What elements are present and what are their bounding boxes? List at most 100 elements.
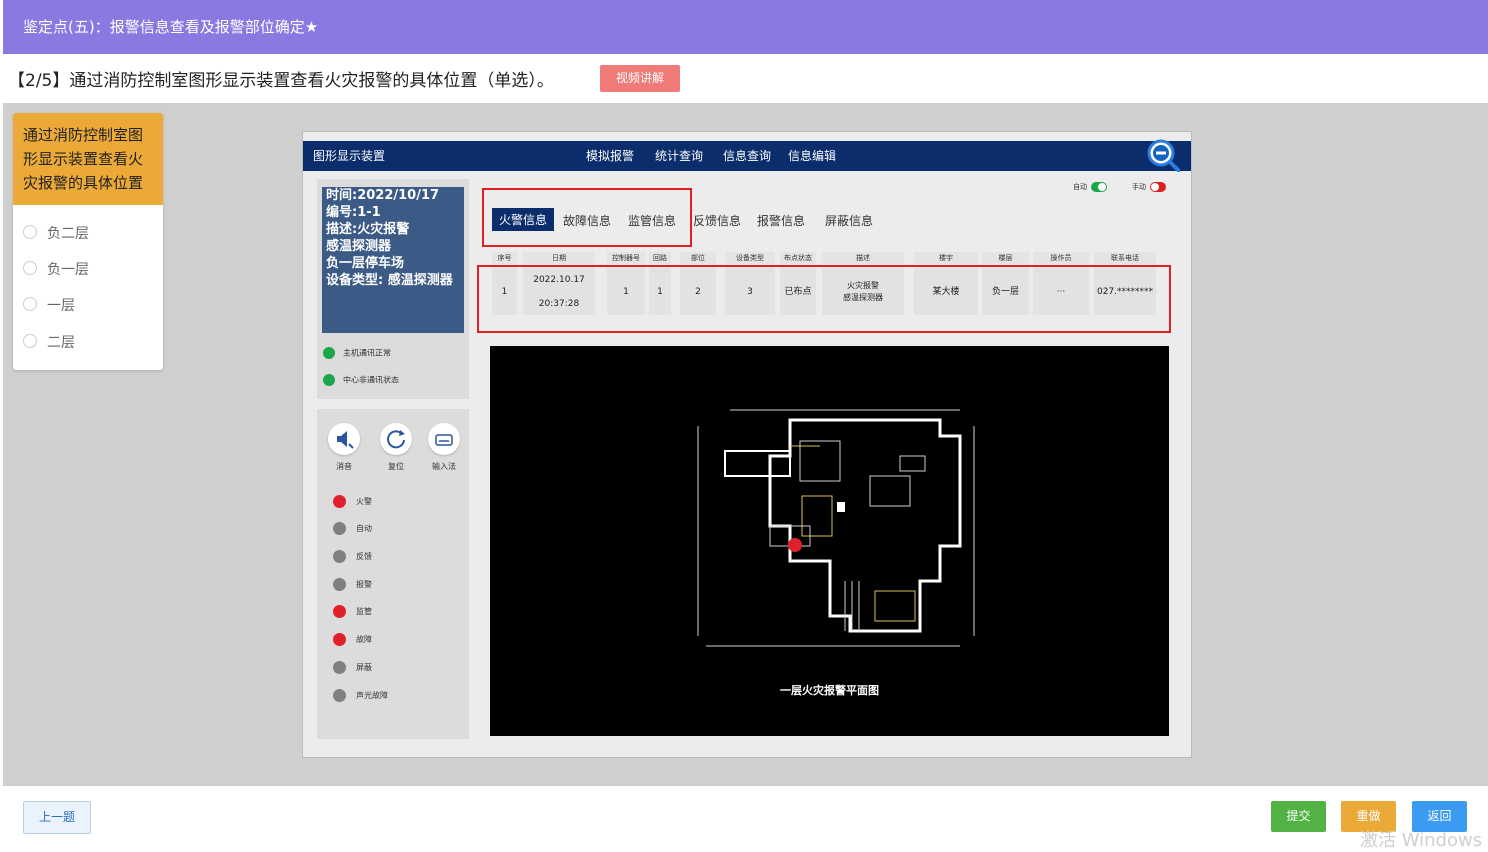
- sim-title: 图形显示装置: [313, 149, 386, 163]
- led-label: 监管: [356, 607, 372, 616]
- question-text: 【2/5】通过消防控制室图形显示装置查看火灾报警的具体位置（单选）。: [8, 71, 554, 91]
- col-header: 楼层: [982, 252, 1029, 264]
- led-sound-light-fault: 声光故障: [333, 689, 388, 702]
- led-supervise: 监管: [333, 605, 372, 618]
- option-label: 一层: [47, 298, 75, 314]
- zoom-out-icon[interactable]: [1146, 138, 1180, 172]
- header-bar: 鉴定点(五)：报警信息查看及报警部位确定★: [3, 0, 1488, 54]
- menu-info-query[interactable]: 信息查询: [723, 147, 771, 164]
- led-icon: [333, 495, 346, 508]
- col-header: 楼宇: [914, 252, 978, 264]
- status-dot-icon: [323, 347, 335, 359]
- info-line: 感温探测器: [326, 239, 392, 254]
- answer-card: 通过消防控制室图形显示装置查看火灾报警的具体位置 负二层 负一层 一层 二层: [13, 113, 163, 370]
- tab-shield-info[interactable]: 屏蔽信息: [825, 212, 873, 229]
- toggle-switch-icon[interactable]: [1091, 182, 1107, 192]
- mute-label: 消音: [336, 462, 352, 471]
- video-explain-button[interactable]: 视频讲解: [600, 65, 680, 92]
- manual-toggle[interactable]: 手动: [1132, 182, 1166, 192]
- col-header: 回路: [649, 252, 671, 264]
- option-label: 负二层: [47, 226, 89, 242]
- led-alarm: 报警: [333, 578, 372, 591]
- status-label: 中心非通讯状态: [343, 375, 399, 385]
- info-line: 描述:火灾报警: [326, 222, 410, 237]
- page-title: 鉴定点(五)：报警信息查看及报警部位确定★: [23, 18, 319, 36]
- mute-button[interactable]: [328, 423, 360, 455]
- highlight-box-tabs: [482, 188, 692, 247]
- option-label: 二层: [47, 335, 75, 351]
- led-fire: 火警: [333, 495, 372, 508]
- bottom-bar: 上一题 提交 重做 返回: [3, 785, 1488, 843]
- col-header: 操作员: [1033, 252, 1089, 264]
- radio-icon[interactable]: [23, 261, 37, 275]
- led-label: 声光故障: [356, 691, 388, 700]
- col-header: 序号: [492, 252, 517, 264]
- info-line: 负一层停车场: [326, 256, 405, 271]
- toggle-switch-icon[interactable]: [1150, 182, 1166, 192]
- led-icon: [333, 522, 346, 535]
- led-icon: [333, 605, 346, 618]
- floor-plan-caption: 一层火灾报警平面图: [780, 684, 879, 697]
- highlight-box-row: [477, 265, 1171, 333]
- menu-info-edit[interactable]: 信息编辑: [788, 147, 836, 164]
- reset-button[interactable]: [380, 423, 412, 455]
- led-label: 反馈: [356, 552, 372, 561]
- manual-toggle-label: 手动: [1132, 183, 1146, 191]
- col-header: 联系电话: [1094, 252, 1156, 264]
- led-icon: [333, 633, 346, 646]
- info-line: 时间:2022/10/17: [326, 188, 440, 203]
- status-label: 主机通讯正常: [343, 348, 391, 358]
- led-shield: 屏蔽: [333, 661, 372, 674]
- col-header: 描述: [822, 252, 904, 264]
- reset-label: 复位: [388, 462, 404, 471]
- led-label: 自动: [356, 524, 372, 533]
- answer-card-header: 通过消防控制室图形显示装置查看火灾报警的具体位置: [13, 113, 163, 205]
- led-auto: 自动: [333, 522, 372, 535]
- col-header: 日期: [523, 252, 595, 264]
- menu-simulate-alarm[interactable]: 模拟报警: [586, 147, 634, 164]
- auto-toggle-label: 自动: [1073, 183, 1087, 191]
- status-host-comm: 主机通讯正常: [323, 347, 391, 359]
- led-icon: [333, 661, 346, 674]
- tab-feedback-info[interactable]: 反馈信息: [693, 212, 741, 229]
- option-label: 负一层: [47, 262, 89, 278]
- col-header: 布点状态: [780, 252, 816, 264]
- answer-card-prompt: 通过消防控制室图形显示装置查看火灾报警的具体位置: [23, 126, 144, 192]
- menu-statistics[interactable]: 统计查询: [655, 147, 703, 164]
- input-method-button[interactable]: [428, 423, 460, 455]
- radio-icon[interactable]: [23, 225, 37, 239]
- led-icon: [333, 578, 346, 591]
- prev-question-button[interactable]: 上一题: [23, 801, 91, 834]
- control-panel: 消音 复位 输入法 火警 自动 反馈 报警 监管 故障 屏蔽 声光故障: [317, 409, 469, 739]
- led-icon: [333, 689, 346, 702]
- col-header: 设备类型: [725, 252, 775, 264]
- floor-plan-drawing: [697, 409, 975, 647]
- led-label: 屏蔽: [356, 663, 372, 672]
- led-label: 报警: [356, 580, 372, 589]
- info-line: 编号:1-1: [326, 205, 381, 220]
- alarm-location-marker: [788, 538, 802, 552]
- question-row: 【2/5】通过消防控制室图形显示装置查看火灾报警的具体位置（单选）。 视频讲解: [3, 54, 1488, 103]
- auto-toggle[interactable]: 自动: [1073, 182, 1107, 192]
- alarm-info-box: 时间:2022/10/17 编号:1-1 描述:火灾报警 感温探测器 负一层停车…: [322, 187, 464, 333]
- refresh-icon: [387, 430, 405, 449]
- tab-alarm-info[interactable]: 报警信息: [757, 212, 805, 229]
- submit-button[interactable]: 提交: [1271, 801, 1326, 832]
- input-method-label: 输入法: [432, 462, 456, 471]
- floor-plan-view: 一层火灾报警平面图: [490, 346, 1169, 736]
- radio-icon[interactable]: [23, 334, 37, 348]
- led-label: 火警: [356, 497, 372, 506]
- status-dot-icon: [323, 374, 335, 386]
- windows-activation-watermark: 激活 Windows: [1360, 830, 1483, 851]
- graphic-display-panel: 图形显示装置 模拟报警 统计查询 信息查询 信息编辑 时间:2022/10/17…: [302, 131, 1192, 758]
- speaker-mute-icon: [337, 431, 354, 449]
- sim-nav-bar: 图形显示装置 模拟报警 统计查询 信息查询 信息编辑: [303, 141, 1191, 171]
- led-label: 故障: [356, 635, 372, 644]
- info-line: 设备类型: 感温探测器: [326, 273, 453, 288]
- radio-icon[interactable]: [23, 297, 37, 311]
- col-header: 控制器号: [607, 252, 645, 264]
- led-feedback: 反馈: [333, 550, 372, 563]
- alarm-detail-panel: 时间:2022/10/17 编号:1-1 描述:火灾报警 感温探测器 负一层停车…: [317, 179, 469, 399]
- keyboard-icon: [435, 434, 453, 446]
- col-header: 部位: [680, 252, 716, 264]
